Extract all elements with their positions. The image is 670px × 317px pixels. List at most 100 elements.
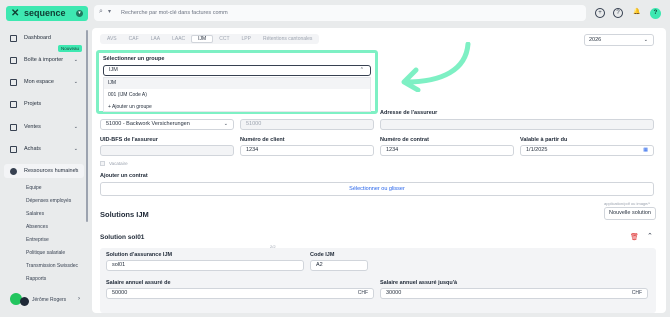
- tab-ijm[interactable]: IJM: [191, 35, 214, 43]
- client-number-field[interactable]: 1234: [240, 145, 374, 156]
- chevron-down-icon: ⌄: [73, 79, 78, 85]
- contract-upload-dropzone[interactable]: Sélectionner ou glisser: [100, 182, 654, 196]
- chevron-right-icon: ›: [78, 296, 80, 302]
- sidebar-item-hr[interactable]: Ressources humaines ⌃: [4, 164, 84, 178]
- currency-label: CHF: [631, 290, 642, 296]
- tab-cct[interactable]: CCT: [213, 35, 235, 43]
- annotation-arrow-icon: [401, 42, 471, 92]
- uid-label: UID-BFS de l'assureur: [100, 137, 158, 143]
- sidebar-item-sales[interactable]: Ventes ⌄: [4, 120, 84, 134]
- upload-link[interactable]: Sélectionner ou glisser: [349, 186, 405, 192]
- new-badge: Nouveau: [58, 45, 83, 52]
- valid-from-label: Valable à partir du: [520, 137, 568, 143]
- salary-from-value: 50000: [112, 290, 128, 296]
- add-circle-icon[interactable]: +: [595, 8, 605, 18]
- bell-icon[interactable]: 🔔: [632, 8, 642, 18]
- currency-label: CHF: [357, 290, 368, 296]
- tab-retentions[interactable]: Rétentions cantonales: [257, 35, 318, 43]
- sidebar-subitem[interactable]: Entreprise: [26, 237, 49, 243]
- solutions-title: Solutions IJM: [100, 210, 149, 219]
- chat-icon[interactable]: [20, 297, 29, 306]
- lock-icon: [10, 123, 17, 131]
- search-input[interactable]: Recherche par mot-clé dans factures comm: [121, 10, 228, 16]
- sidebar: Dashboard Nouveau Boîte à importer ⌄ Mon…: [4, 28, 88, 313]
- client-number-label: Numéro de client: [240, 137, 285, 143]
- sidebar-item-projects[interactable]: Projets: [4, 97, 84, 111]
- sidebar-item-purchases[interactable]: Achats ⌄: [4, 142, 84, 156]
- sidebar-subitem[interactable]: Transmission Swissdec: [26, 263, 78, 269]
- inbox-icon: [10, 56, 17, 64]
- salary-to-value: 30000: [386, 290, 402, 296]
- valid-from-value: 1/1/2025: [526, 147, 548, 153]
- workspace-switch-icon[interactable]: ▾: [76, 10, 83, 17]
- tab-lpp[interactable]: LPP: [236, 35, 257, 43]
- user-name: Jérôme Rogers: [32, 297, 67, 303]
- sidebar-item-label: Dashboard: [24, 35, 51, 41]
- char-count: 2/2: [270, 244, 276, 249]
- group-option[interactable]: IJM: [104, 78, 370, 89]
- add-group-option[interactable]: + Ajouter un groupe: [104, 102, 370, 113]
- user-avatar[interactable]: ?: [650, 8, 661, 19]
- group-select[interactable]: IJM ⌃: [103, 65, 371, 76]
- group-options-list: IJM 001 (IJM Code A) + Ajouter un groupe: [103, 77, 371, 112]
- new-solution-button[interactable]: Nouvelle solution: [604, 207, 656, 220]
- sidebar-item-inbox[interactable]: Boîte à importer ⌄: [4, 53, 84, 67]
- solution-field[interactable]: sol01: [106, 260, 304, 271]
- code-field[interactable]: A2: [310, 260, 368, 271]
- tab-avs[interactable]: AVS: [101, 35, 123, 43]
- insurer-address-label: Adresse de l'assureur: [380, 110, 438, 116]
- sidebar-scrollbar[interactable]: [86, 30, 88, 222]
- logo-icon: ✕: [11, 8, 20, 19]
- search-scope-chevron-icon[interactable]: ▾: [108, 8, 111, 15]
- insurer-select[interactable]: 51000 - Backwork Versicherungen ⌄: [100, 119, 234, 130]
- sidebar-subitem[interactable]: Dépenses employés: [26, 198, 71, 204]
- search-icon: ⌕: [99, 8, 103, 15]
- search-bar[interactable]: ⌕ ▾ Recherche par mot-clé dans factures …: [94, 5, 586, 21]
- sidebar-item-label: Projets: [24, 101, 42, 107]
- insurance-tabs: AVS CAF LAA LAAC IJM CCT LPP Rétentions …: [100, 34, 320, 44]
- trash-icon[interactable]: 🗑: [630, 233, 639, 241]
- group-select-value: IJM: [109, 67, 118, 73]
- solution-card: Solution sol01 🗑 ⌃ Solution d'assurance …: [92, 228, 666, 313]
- chevron-down-icon: ⌄: [73, 146, 78, 152]
- tab-laac[interactable]: LAAC: [166, 35, 191, 43]
- sidebar-subitem[interactable]: Rapports: [26, 276, 46, 282]
- sidebar-item-my-space[interactable]: Mon espace ⌄: [4, 75, 84, 89]
- sidebar-item-label: Boîte à importer: [24, 57, 64, 63]
- code-value: A2: [316, 262, 323, 268]
- vacataire-checkbox[interactable]: [100, 161, 105, 166]
- contract-number-value: 1234: [386, 147, 399, 153]
- year-select[interactable]: 2026 ⌄: [584, 34, 654, 46]
- sidebar-item-label: Ventes: [24, 124, 41, 130]
- cart-icon: [10, 145, 17, 153]
- salary-to-field[interactable]: 30000 CHF: [380, 288, 648, 299]
- contract-number-field[interactable]: 1234: [380, 145, 514, 156]
- salary-from-field[interactable]: 50000 CHF: [106, 288, 374, 299]
- year-value: 2026: [589, 37, 602, 43]
- sidebar-item-label: Achats: [24, 146, 41, 152]
- user-menu[interactable]: Jérôme Rogers ›: [6, 293, 86, 307]
- sidebar-item-dashboard[interactable]: Dashboard: [4, 31, 84, 45]
- add-group-label: Ajouter un groupe: [112, 104, 152, 110]
- sidebar-subitem[interactable]: Salaires: [26, 211, 44, 217]
- tab-caf[interactable]: CAF: [123, 35, 145, 43]
- salary-from-label: Salaire annuel assuré de: [106, 280, 171, 286]
- main-panel: AVS CAF LAA LAAC IJM CCT LPP Rétentions …: [92, 28, 666, 313]
- help-icon[interactable]: ?: [613, 8, 623, 18]
- insurer-value: 51000 - Backwork Versicherungen: [106, 121, 190, 127]
- insurer-address-field: [380, 119, 654, 130]
- code-label: Code IJM: [310, 252, 335, 258]
- checkbox-icon: [10, 100, 17, 108]
- chevron-up-icon[interactable]: ⌃: [647, 232, 653, 240]
- group-option[interactable]: 001 (IJM Code A): [104, 90, 370, 101]
- sidebar-subitem[interactable]: Politique salariale: [26, 250, 65, 256]
- sidebar-subitem[interactable]: Equipe: [26, 185, 42, 191]
- home-icon: [10, 34, 17, 42]
- chevron-up-icon: ⌃: [359, 67, 364, 73]
- valid-from-field[interactable]: 1/1/2025 ▦: [520, 145, 654, 156]
- tab-laa[interactable]: LAA: [145, 35, 166, 43]
- sidebar-subitem[interactable]: Absences: [26, 224, 48, 230]
- app-logo[interactable]: ✕ sequence ▾: [6, 6, 88, 21]
- insurer-code-field: 51000: [240, 119, 374, 130]
- calendar-icon[interactable]: ▦: [643, 146, 648, 155]
